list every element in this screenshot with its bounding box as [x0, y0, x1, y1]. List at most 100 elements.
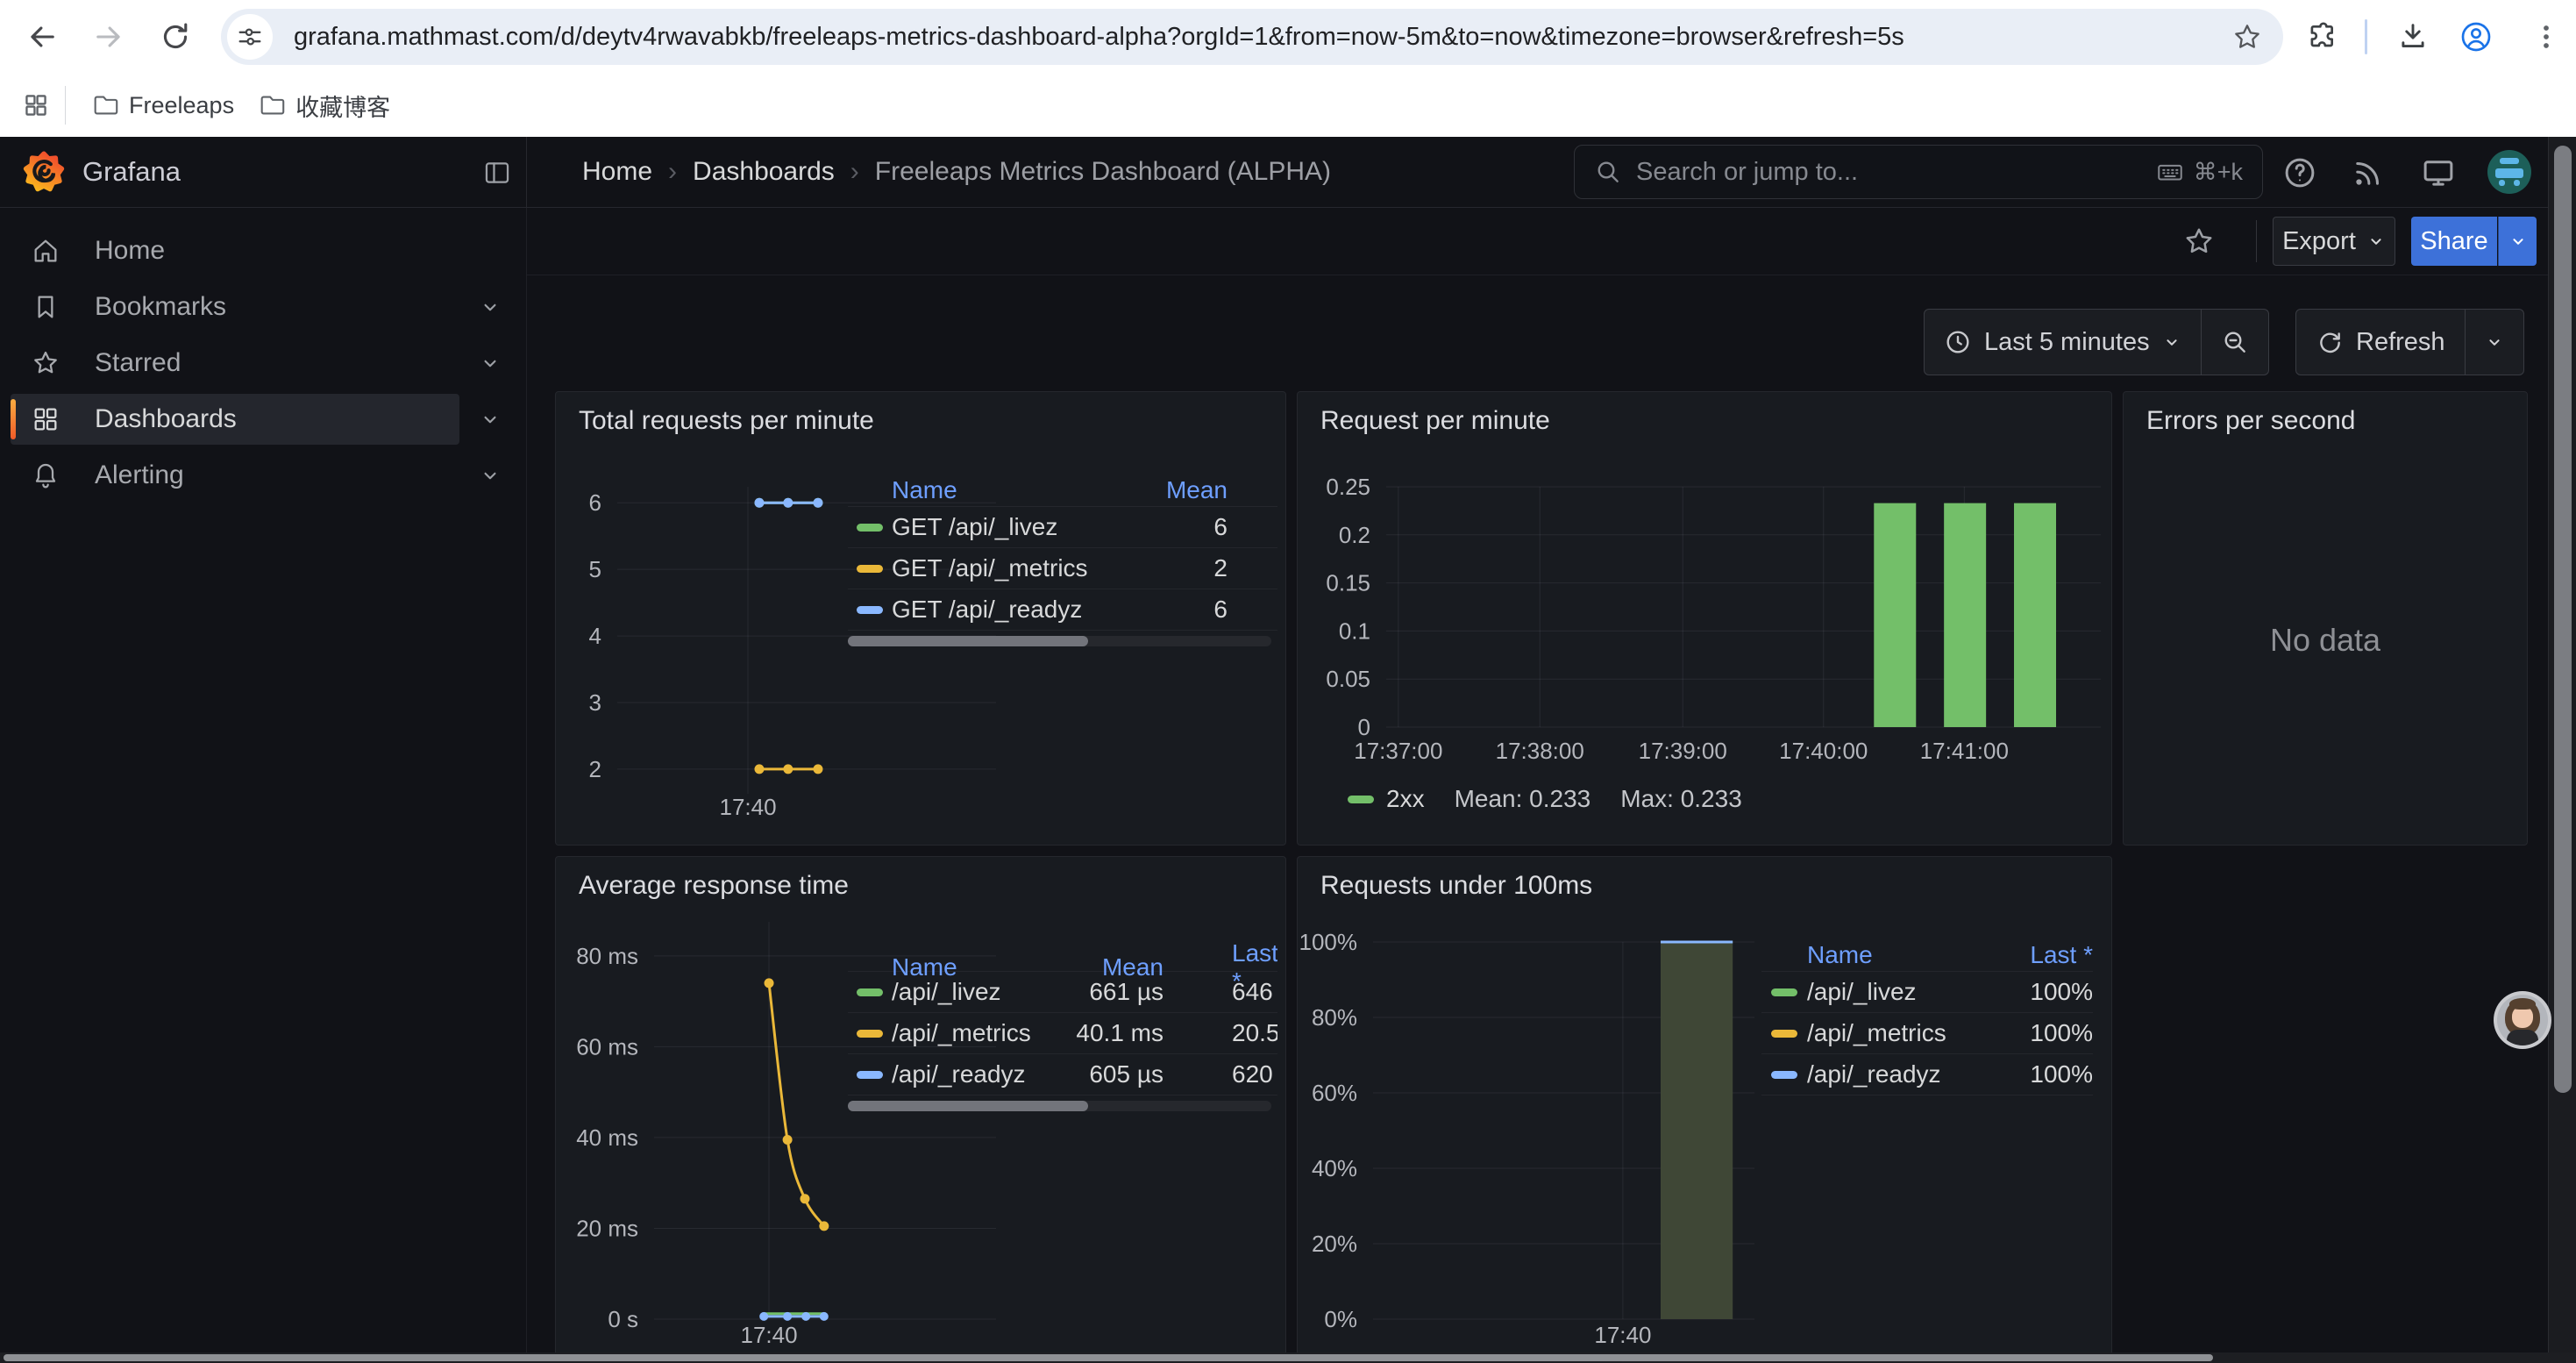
- svg-text:0%: 0%: [1324, 1306, 1357, 1332]
- chevron-down-icon[interactable]: [479, 464, 502, 487]
- time-zoom-out-button[interactable]: [2201, 310, 2268, 375]
- share-button[interactable]: Share: [2411, 217, 2497, 266]
- legend-table: NameMeanLast */api/_livez661 µs646 µs/ap…: [848, 939, 1277, 1111]
- clock-icon: [1944, 328, 1972, 356]
- share-dropdown-button[interactable]: [2498, 217, 2537, 266]
- legend-row[interactable]: GET /api/_livez6: [848, 507, 1277, 548]
- sidebar-item-dashboards[interactable]: Dashboards: [11, 394, 459, 445]
- chart-canvas[interactable]: 0.250.20.150.10.05017:37:0017:38:0017:39…: [1298, 392, 2111, 845]
- series-name[interactable]: GET /api/_readyz: [892, 596, 1067, 624]
- sidebar-item-starred[interactable]: Starred: [11, 338, 459, 389]
- grafana-logo-icon[interactable]: [23, 151, 65, 193]
- export-button[interactable]: Export: [2273, 217, 2395, 266]
- url-text[interactable]: grafana.mathmast.com/d/deytv4rwavabkb/fr…: [294, 23, 2231, 52]
- sidebar-item-home[interactable]: Home: [11, 225, 459, 276]
- legend-header[interactable]: Last *: [1965, 941, 2093, 969]
- svg-text:17:40: 17:40: [720, 794, 777, 820]
- panel-title[interactable]: Request per minute: [1320, 406, 1550, 436]
- horizontal-scrollbar-thumb[interactable]: [4, 1354, 2213, 1361]
- legend-scrollbar-thumb[interactable]: [848, 1101, 1088, 1111]
- sidebar-item-alerting[interactable]: Alerting: [11, 450, 459, 501]
- legend-scrollbar[interactable]: [848, 1101, 1271, 1111]
- apps-grid-icon[interactable]: [19, 89, 53, 122]
- time-range-picker[interactable]: Last 5 minutes: [1925, 310, 2201, 375]
- reload-icon[interactable]: [158, 19, 193, 54]
- site-settings-icon[interactable]: [227, 14, 273, 60]
- panel-title[interactable]: Errors per second: [2146, 406, 2355, 436]
- vertical-scrollbar[interactable]: [2548, 137, 2576, 1363]
- url-bar[interactable]: grafana.mathmast.com/d/deytv4rwavabkb/fr…: [221, 9, 2283, 65]
- bookmark-icon: [32, 293, 60, 321]
- svg-text:0.1: 0.1: [1339, 617, 1370, 644]
- sidebar-item-bookmarks[interactable]: Bookmarks: [11, 282, 459, 332]
- series-name[interactable]: GET /api/_livez: [892, 513, 1067, 541]
- breadcrumb-item[interactable]: Home: [582, 157, 652, 187]
- apps-icon: [32, 405, 60, 433]
- refresh-icon: [2316, 328, 2344, 356]
- series-name[interactable]: /api/_livez: [1807, 978, 1965, 1006]
- chart-canvas[interactable]: 100%80%60%40%20%0%17:40: [1298, 857, 2111, 1363]
- panel-title[interactable]: Requests under 100ms: [1320, 871, 1592, 901]
- legend-row[interactable]: /api/_metrics100%: [1761, 1013, 2093, 1054]
- series-name[interactable]: /api/_readyz: [1807, 1060, 1965, 1088]
- news-rss-icon[interactable]: [2350, 154, 2387, 191]
- legend-header[interactable]: Name: [1807, 941, 1965, 969]
- refresh-interval-dropdown[interactable]: [2465, 310, 2523, 375]
- downloads-icon[interactable]: [2395, 19, 2430, 54]
- series-name[interactable]: /api/_metrics: [892, 1019, 1067, 1047]
- legend-row[interactable]: /api/_livez100%: [1761, 972, 2093, 1013]
- legend-header[interactable]: Name: [892, 476, 1067, 504]
- bookmark-item[interactable]: Freeleaps: [90, 90, 234, 120]
- chevron-down-icon[interactable]: [479, 408, 502, 431]
- svg-text:17:40: 17:40: [1594, 1322, 1651, 1348]
- series-name[interactable]: /api/_metrics: [1807, 1019, 1965, 1047]
- user-avatar[interactable]: [2487, 150, 2531, 194]
- sidebar-toggle-icon[interactable]: [482, 158, 512, 188]
- profile-icon[interactable]: [2459, 19, 2494, 54]
- legend-header[interactable]: Mean: [1067, 476, 1228, 504]
- legend-row[interactable]: /api/_livez661 µs646 µs: [848, 972, 1277, 1013]
- series-name[interactable]: /api/_readyz: [892, 1060, 1067, 1088]
- menu-kebab-icon[interactable]: [2529, 19, 2564, 54]
- legend-scrollbar[interactable]: [848, 636, 1271, 646]
- floating-assistant-avatar[interactable]: [2494, 991, 2551, 1049]
- legend-row[interactable]: /api/_readyz605 µs620 µs: [848, 1054, 1277, 1095]
- series-value: 100%: [1965, 1060, 2093, 1088]
- refresh-button[interactable]: Refresh: [2296, 310, 2465, 375]
- forward-icon[interactable]: [91, 19, 126, 54]
- panel-title[interactable]: Average response time: [579, 871, 849, 901]
- panel-title[interactable]: Total requests per minute: [579, 406, 874, 436]
- help-icon[interactable]: [2281, 154, 2318, 191]
- vertical-scrollbar-thumb[interactable]: [2554, 146, 2572, 1093]
- folder-icon: [90, 90, 120, 120]
- legend-row[interactable]: GET /api/_metrics2: [848, 548, 1277, 589]
- horizontal-scrollbar[interactable]: [0, 1352, 2576, 1363]
- back-icon[interactable]: [25, 19, 60, 54]
- legend-scrollbar-thumb[interactable]: [848, 636, 1088, 646]
- series-color-pill: [857, 524, 883, 532]
- chevron-down-icon[interactable]: [479, 296, 502, 318]
- breadcrumb-item[interactable]: Dashboards: [693, 157, 835, 187]
- legend-row[interactable]: /api/_readyz100%: [1761, 1054, 2093, 1095]
- series-name[interactable]: GET /api/_metrics: [892, 554, 1067, 582]
- chevron-down-icon[interactable]: [479, 352, 502, 375]
- series-name[interactable]: 2xx: [1386, 785, 1425, 813]
- legend-header-row: NameLast *: [1761, 939, 2093, 972]
- svg-text:17:38:00: 17:38:00: [1496, 738, 1584, 764]
- sidebar-item-label: Bookmarks: [95, 292, 226, 322]
- avatar-image: [2497, 995, 2548, 1045]
- legend-header-row: NameMeanLast *: [848, 939, 1277, 972]
- bookmark-star-icon[interactable]: [2231, 20, 2264, 54]
- extensions-icon[interactable]: [2304, 19, 2339, 54]
- legend-row[interactable]: /api/_metrics40.1 ms20.5 ms: [848, 1013, 1277, 1054]
- search-input[interactable]: Search or jump to... ⌘+k: [1574, 145, 2263, 199]
- svg-text:17:40: 17:40: [741, 1322, 798, 1348]
- series-name[interactable]: /api/_livez: [892, 978, 1067, 1006]
- svg-text:17:37:00: 17:37:00: [1354, 738, 1442, 764]
- kiosk-monitor-icon[interactable]: [2420, 154, 2457, 191]
- bookmark-label: 收藏博客: [295, 89, 390, 123]
- legend-row[interactable]: GET /api/_readyz6: [848, 589, 1277, 631]
- bookmark-item[interactable]: 收藏博客: [257, 89, 390, 123]
- brand-title[interactable]: Grafana: [82, 137, 181, 207]
- favorite-star-icon[interactable]: [2183, 225, 2215, 257]
